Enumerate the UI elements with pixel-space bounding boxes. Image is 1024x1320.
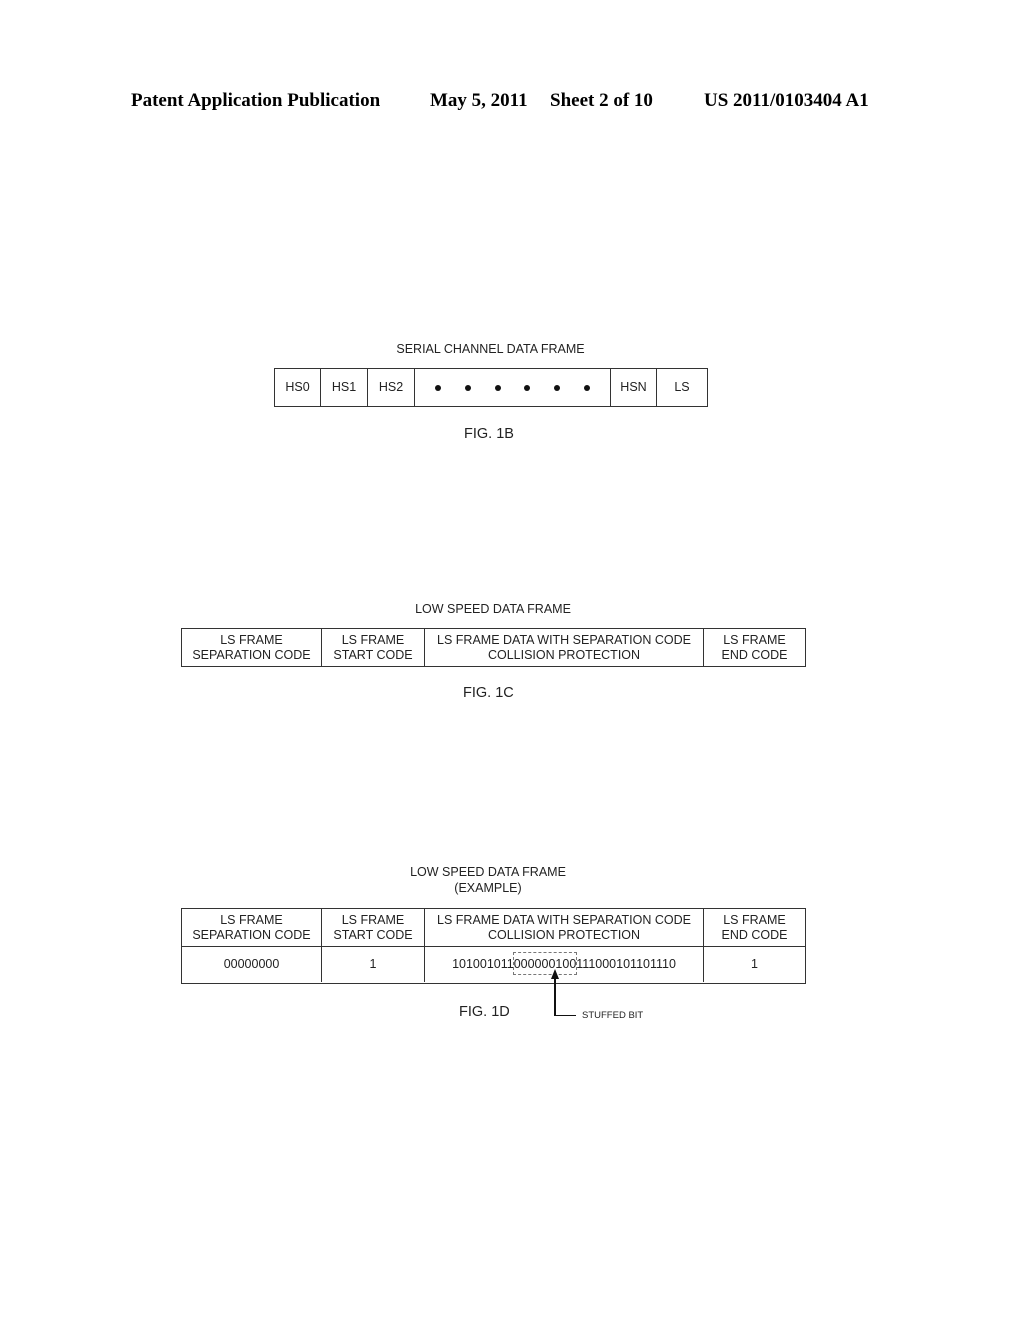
cell-hs2: HS2 bbox=[368, 369, 415, 406]
stuffed-bits-highlight: 000000100 bbox=[512, 952, 577, 975]
sheet-number: Sheet 2 of 10 bbox=[550, 90, 653, 111]
publication-date: May 5, 2011 bbox=[430, 90, 528, 111]
col-end-code: LS FRAME END CODE bbox=[704, 909, 805, 946]
fig-1d-title: LOW SPEED DATA FRAME bbox=[410, 865, 566, 879]
col-start-code: LS FRAME START CODE bbox=[322, 629, 425, 666]
fig-1b-title: SERIAL CHANNEL DATA FRAME bbox=[396, 342, 585, 356]
col-frame-data: LS FRAME DATA WITH SEPARATION CODE COLLI… bbox=[425, 629, 704, 666]
publication-type: Patent Application Publication bbox=[131, 90, 381, 111]
cell-ls: LS bbox=[674, 380, 690, 394]
header-line: END CODE bbox=[721, 927, 788, 942]
stuffed-bit-label: STUFFED BIT bbox=[582, 1010, 644, 1021]
ellipsis-dot bbox=[494, 384, 501, 391]
ellipsis-dot bbox=[464, 384, 471, 391]
cell-hs1: HS1 bbox=[321, 369, 368, 406]
low-speed-frame-example: LS FRAME SEPARATION CODE LS FRAME START … bbox=[181, 908, 806, 984]
header-line: END CODE bbox=[721, 647, 788, 662]
ellipsis-dot bbox=[554, 384, 561, 391]
serial-channel-frame: HS0 HS1 HS2 HSN LS bbox=[274, 368, 708, 407]
value-end-code: 1 bbox=[751, 957, 758, 971]
cell-hsn: HSN bbox=[611, 369, 657, 406]
header-line: LS FRAME bbox=[723, 632, 786, 647]
header-line: LS FRAME bbox=[220, 912, 283, 927]
header-line: LS FRAME DATA WITH SEPARATION CODE bbox=[437, 632, 691, 647]
fig-1d-subtitle: (EXAMPLE) bbox=[454, 881, 522, 895]
header-line: START CODE bbox=[333, 927, 413, 942]
header-line: COLLISION PROTECTION bbox=[487, 647, 641, 662]
value-separation-code: 00000000 bbox=[182, 947, 322, 982]
header-line: LS FRAME DATA WITH SEPARATION CODE bbox=[437, 912, 691, 927]
cell-hs0: HS0 bbox=[275, 369, 321, 406]
fig-1d-label: FIG. 1D bbox=[459, 1004, 510, 1020]
value-frame-data: 101001011 000000100 111000101101110 bbox=[425, 947, 704, 982]
col-end-code: LS FRAME END CODE bbox=[704, 629, 805, 666]
col-separation-code: LS FRAME SEPARATION CODE bbox=[182, 629, 322, 666]
bits-prefix: 101001011 bbox=[452, 957, 514, 971]
stuffed-bit-leader-vertical bbox=[554, 978, 556, 1016]
fig-1b-label: FIG. 1B bbox=[464, 426, 514, 442]
header-row: LS FRAME SEPARATION CODE LS FRAME START … bbox=[182, 909, 805, 946]
header-line: LS FRAME bbox=[220, 632, 283, 647]
bits-highlighted: 000000100 bbox=[513, 957, 577, 971]
header-line: SEPARATION CODE bbox=[192, 927, 311, 942]
ellipsis-dot bbox=[524, 384, 531, 391]
col-frame-data: LS FRAME DATA WITH SEPARATION CODE COLLI… bbox=[425, 909, 704, 946]
fig-1c-label: FIG. 1C bbox=[463, 685, 514, 701]
header-line: START CODE bbox=[333, 647, 413, 662]
low-speed-frame: LS FRAME SEPARATION CODE LS FRAME START … bbox=[181, 628, 806, 667]
header-line: LS FRAME bbox=[723, 912, 786, 927]
value-start-code: 1 bbox=[322, 947, 425, 982]
patent-number: US 2011/0103404 A1 bbox=[704, 90, 869, 111]
ellipsis-dot bbox=[434, 384, 441, 391]
value-row: 00000000 1 101001011 000000100 11100010110… bbox=[182, 946, 805, 982]
header-line: COLLISION PROTECTION bbox=[487, 927, 641, 942]
header-line: LS FRAME bbox=[341, 632, 405, 647]
ellipsis-dot bbox=[584, 384, 591, 391]
bits-suffix: 111000101101110 bbox=[576, 957, 676, 971]
cell-ellipsis bbox=[415, 369, 611, 406]
header-line: LS FRAME bbox=[341, 912, 405, 927]
stuffed-bit-leader-horizontal bbox=[554, 1015, 576, 1017]
fig-1c-title: LOW SPEED DATA FRAME bbox=[415, 602, 571, 616]
header-line: SEPARATION CODE bbox=[192, 647, 311, 662]
col-separation-code: LS FRAME SEPARATION CODE bbox=[182, 909, 322, 946]
col-start-code: LS FRAME START CODE bbox=[322, 909, 425, 946]
